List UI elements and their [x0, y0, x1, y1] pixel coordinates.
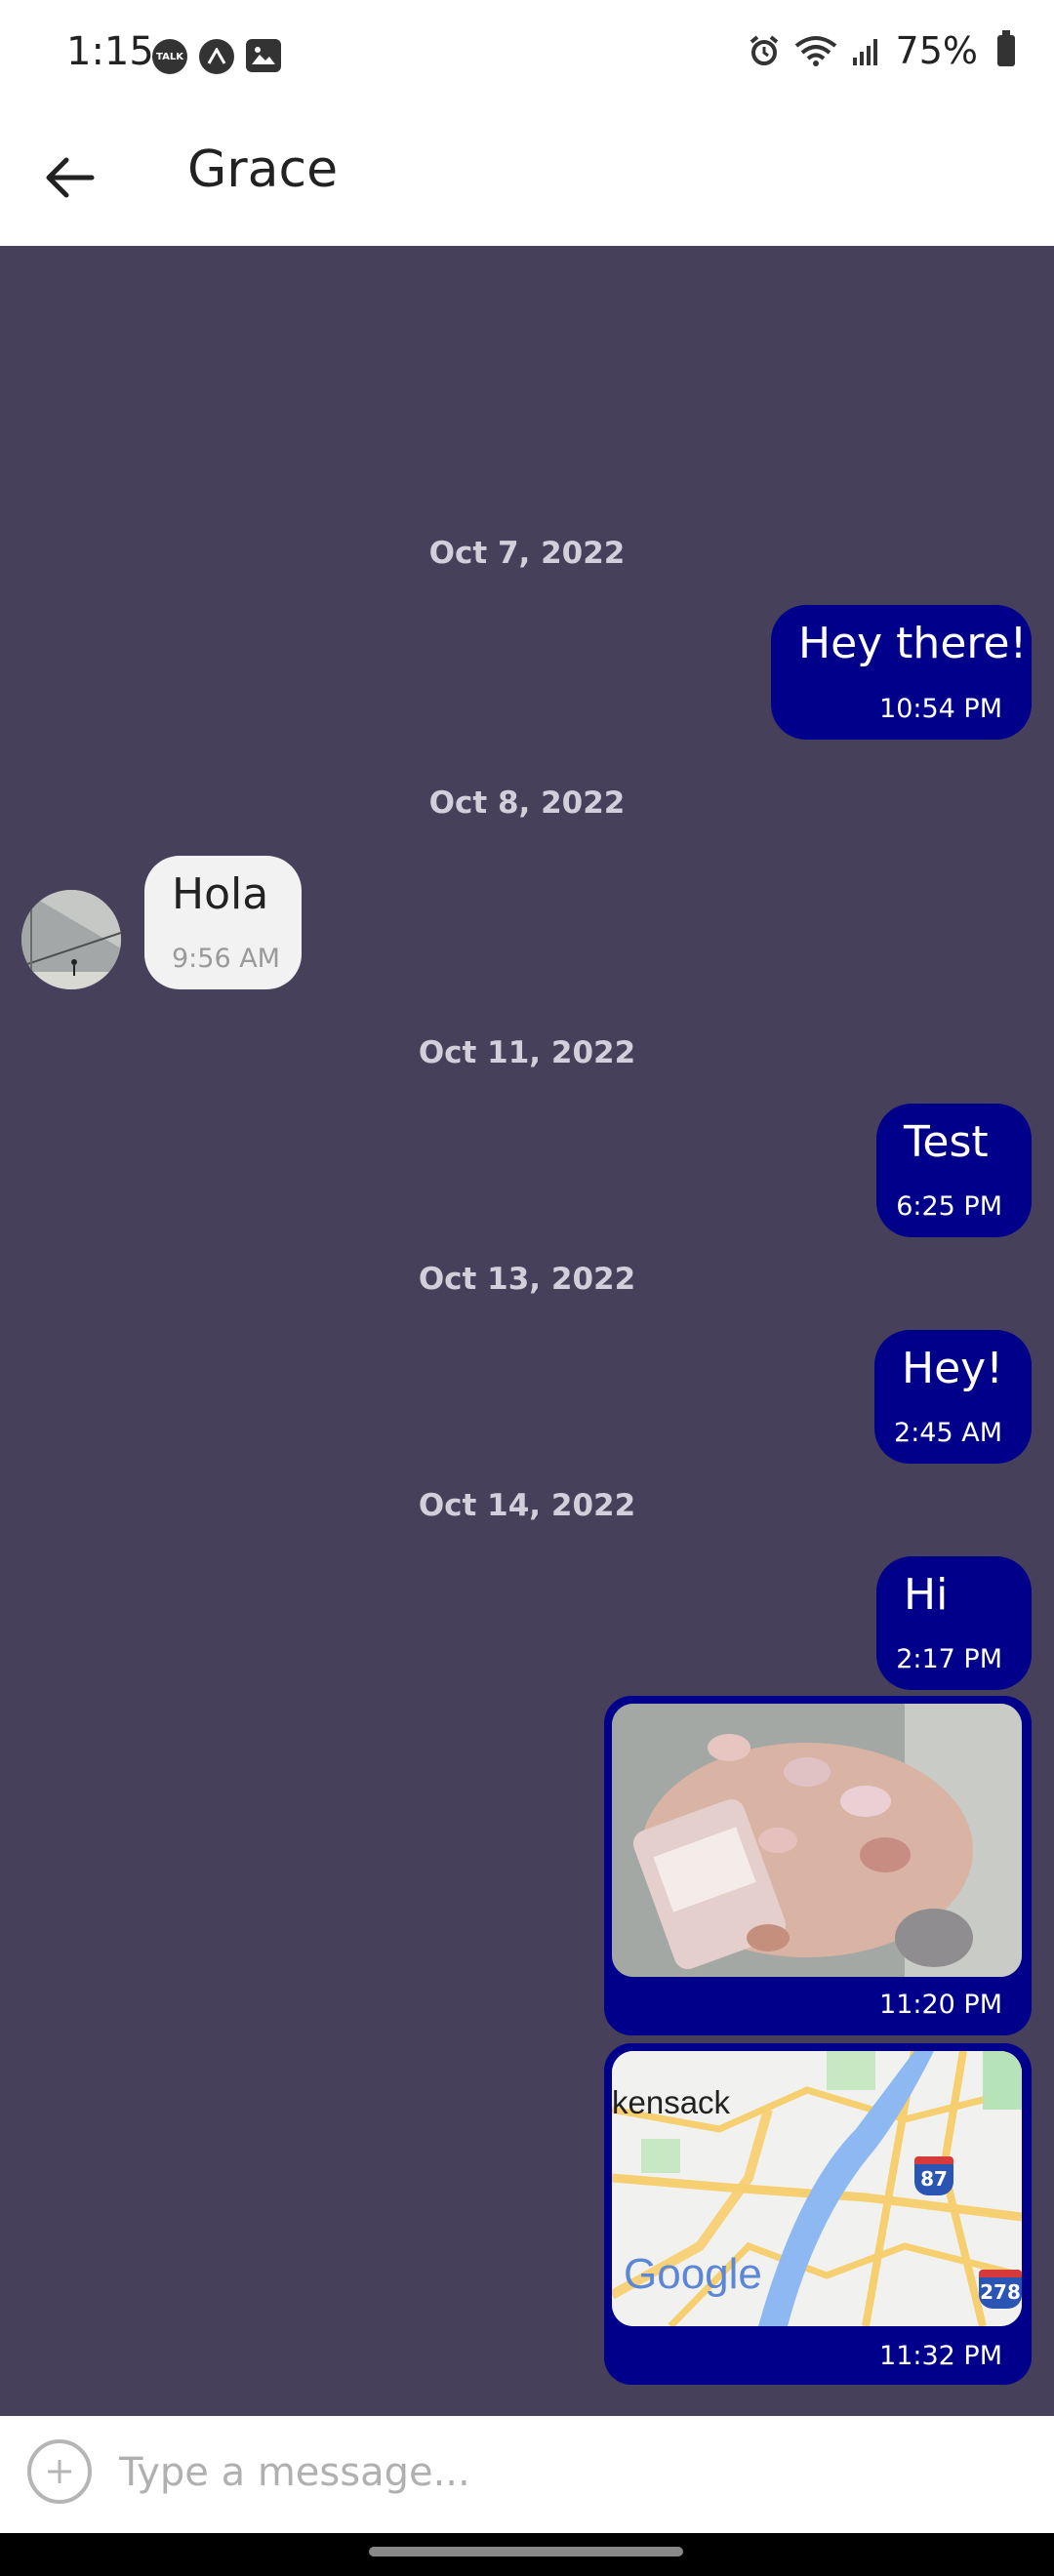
map-attribution-logo: Google	[624, 2250, 762, 2298]
message-bubble-outgoing[interactable]: Hey there! 10:54 PM	[771, 605, 1032, 740]
status-right: 75%	[748, 29, 1015, 72]
interstate-shield-87: 87	[914, 2156, 953, 2195]
battery-icon	[997, 30, 1015, 66]
app-notification-icon	[199, 39, 234, 74]
status-time: 1:15	[66, 29, 154, 74]
add-attachment-button[interactable]	[27, 2439, 92, 2504]
signal-icon	[852, 39, 877, 65]
message-time: 9:56 AM	[172, 944, 280, 974]
location-map[interactable]: kensack Google 87 278	[612, 2051, 1022, 2326]
date-separator: Oct 11, 2022	[418, 1035, 636, 1070]
back-arrow-icon[interactable]	[39, 139, 117, 217]
talk-notification-icon: TALK	[152, 39, 187, 74]
message-text: Hi	[904, 1570, 949, 1620]
message-text: Test	[904, 1117, 989, 1167]
map-place-label: kensack	[612, 2084, 731, 2120]
message-bubble-image[interactable]: 11:20 PM	[604, 1696, 1032, 2035]
date-separator: Oct 13, 2022	[418, 1262, 636, 1297]
status-bar: 1:15 TALK 75%	[0, 0, 1054, 109]
message-time: 11:32 PM	[879, 2341, 1002, 2371]
message-time: 10:54 PM	[879, 694, 1002, 724]
date-separator: Oct 7, 2022	[428, 536, 626, 571]
app-bar: Grace	[0, 109, 1054, 246]
message-bubble-outgoing[interactable]: Hey! 2:45 AM	[874, 1330, 1032, 1464]
message-bubble-outgoing[interactable]: Test 6:25 PM	[876, 1104, 1032, 1237]
message-bubble-incoming[interactable]: Hola 9:56 AM	[144, 856, 302, 989]
gallery-notification-icon	[246, 39, 281, 72]
message-text: Hey there!	[798, 619, 1028, 668]
date-separator: Oct 14, 2022	[418, 1488, 636, 1523]
shared-photo[interactable]	[612, 1704, 1022, 1977]
message-text: Hola	[172, 869, 269, 919]
message-composer	[0, 2416, 1054, 2533]
plus-icon	[48, 2460, 71, 2483]
date-separator: Oct 8, 2022	[428, 785, 626, 821]
home-indicator[interactable]	[369, 2547, 683, 2556]
message-bubble-map[interactable]: kensack Google 87 278 11:32 PM	[604, 2043, 1032, 2385]
message-time: 6:25 PM	[896, 1191, 1002, 1222]
contact-name: Grace	[187, 141, 339, 199]
interstate-shield-278: 278	[979, 2270, 1022, 2309]
contact-avatar[interactable]	[21, 890, 121, 989]
message-input[interactable]	[117, 2435, 999, 2510]
wifi-icon	[794, 36, 836, 66]
message-text: Hey!	[902, 1344, 1003, 1393]
message-time: 2:17 PM	[896, 1644, 1002, 1674]
message-time: 2:45 AM	[894, 1418, 1002, 1448]
message-bubble-outgoing[interactable]: Hi 2:17 PM	[876, 1556, 1032, 1690]
alarm-icon	[750, 35, 778, 65]
message-time: 11:20 PM	[879, 1990, 1002, 2020]
system-navigation-bar	[0, 2533, 1054, 2576]
battery-percentage: 75%	[895, 29, 978, 72]
